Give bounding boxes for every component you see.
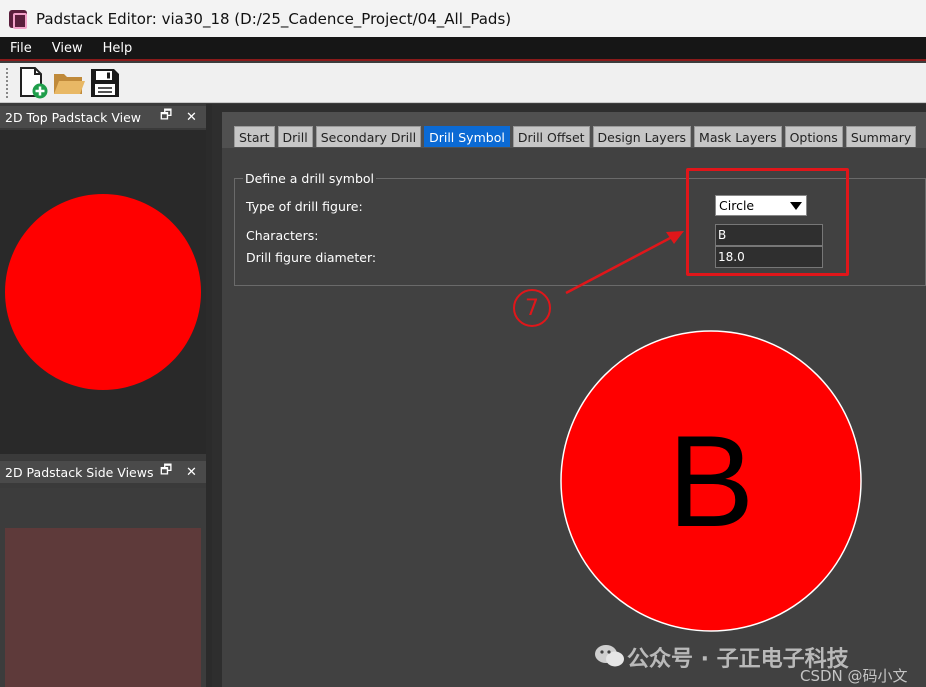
menu-help[interactable]: Help	[93, 41, 143, 56]
close-icon[interactable]: ✕	[186, 110, 197, 125]
tab-bar: Start Drill Secondary Drill Drill Symbol…	[234, 126, 919, 148]
menu-file[interactable]: File	[0, 41, 42, 56]
tab-start[interactable]: Start	[234, 126, 275, 147]
top-view-header: 2D Top Padstack View 🗗 ✕	[0, 106, 206, 128]
tab-drill-symbol[interactable]: Drill Symbol	[424, 126, 510, 147]
watermark-credit: CSDN @码小文	[800, 667, 908, 685]
side-view-header: 2D Padstack Side Views 🗗 ✕	[0, 461, 206, 483]
side-view-canvas[interactable]	[0, 488, 206, 687]
top-view-title: 2D Top Padstack View	[5, 109, 142, 125]
menu-view[interactable]: View	[42, 41, 93, 56]
tab-mask-layers[interactable]: Mask Layers	[694, 126, 782, 147]
float-icon[interactable]: 🗗	[160, 106, 172, 128]
side-view-title: 2D Padstack Side Views	[5, 464, 154, 480]
tab-secondary-drill[interactable]: Secondary Drill	[315, 126, 422, 147]
wechat-icon	[595, 645, 624, 667]
toolbar	[0, 63, 926, 103]
tab-design-layers[interactable]: Design Layers	[592, 126, 692, 147]
highlight-box	[686, 168, 849, 276]
top-view-pad	[5, 194, 201, 390]
open-button[interactable]	[51, 65, 87, 101]
close-icon[interactable]: ✕	[186, 465, 197, 480]
open-folder-icon	[54, 73, 85, 94]
top-view-canvas[interactable]	[0, 130, 206, 454]
left-dock: 2D Top Padstack View 🗗 ✕ 2D Padstack Sid…	[0, 104, 212, 687]
tab-summary[interactable]: Summary	[845, 126, 917, 147]
tab-drill[interactable]: Drill	[277, 126, 313, 147]
menu-bar: File View Help	[0, 37, 926, 61]
preview-character: B	[668, 408, 755, 554]
new-button[interactable]	[15, 65, 51, 101]
toolbar-grip[interactable]	[6, 67, 9, 98]
tab-options[interactable]: Options	[784, 126, 843, 147]
app-icon	[9, 9, 27, 29]
float-icon[interactable]: 🗗	[160, 461, 172, 483]
new-icon	[20, 66, 48, 98]
title-bar: Padstack Editor: via30_18 (D:/25_Cadence…	[0, 0, 926, 37]
save-icon	[91, 68, 119, 97]
window-title: Padstack Editor: via30_18 (D:/25_Cadence…	[36, 9, 512, 28]
tab-drill-offset[interactable]: Drill Offset	[512, 126, 590, 147]
save-button[interactable]	[87, 65, 123, 101]
step-number: 7	[525, 295, 539, 321]
side-view-pad	[5, 528, 201, 687]
step-number-badge: 7	[513, 289, 551, 327]
